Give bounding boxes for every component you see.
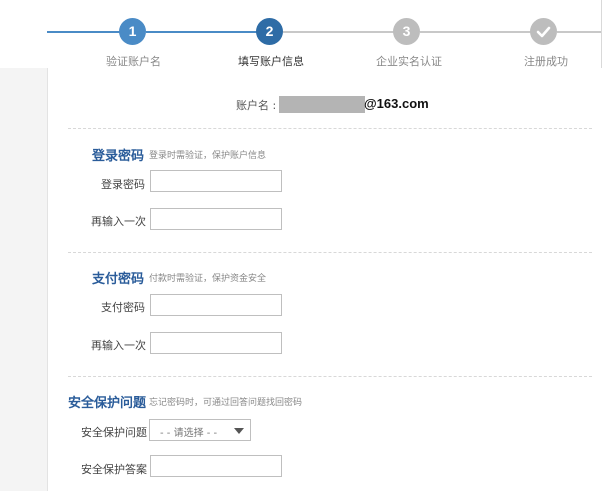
security-question-select[interactable]: - - 请选择 - - (149, 419, 251, 441)
login-confirm-input[interactable] (150, 208, 282, 230)
divider (68, 128, 592, 129)
step-line-1 (47, 31, 120, 33)
chevron-down-icon (234, 428, 244, 434)
account-name-label: 账户名 : (236, 99, 277, 112)
security-answer-label: 安全保护答案 (81, 463, 147, 476)
pay-password-label: 支付密码 (101, 301, 145, 314)
pay-section-desc: 付款时需验证，保护资金安全 (149, 274, 267, 284)
divider (68, 252, 592, 253)
check-icon (536, 26, 551, 38)
security-question-selected: - - 请选择 - - (160, 428, 218, 439)
step-1-circle: 1 (119, 18, 146, 45)
step-2-circle: 2 (256, 18, 283, 45)
step-line-4 (420, 31, 532, 33)
pay-confirm-label: 再输入一次 (91, 339, 146, 352)
step-4-circle (530, 18, 557, 45)
step-3-circle: 3 (393, 18, 420, 45)
login-password-input[interactable] (150, 170, 282, 192)
pay-section-title: 支付密码 (92, 272, 145, 287)
account-domain: @163.com (364, 96, 429, 111)
step-2-label: 填写账户信息 (238, 55, 304, 68)
security-answer-input[interactable] (150, 455, 282, 477)
step-1-label: 验证账户名 (106, 55, 161, 68)
pay-confirm-input[interactable] (150, 332, 282, 354)
security-question-label: 安全保护问题 (81, 426, 147, 439)
security-section-title: 安全保护问题 (68, 396, 147, 411)
step-line-2 (146, 31, 257, 33)
login-section-desc: 登录时需验证，保护账户信息 (149, 151, 267, 161)
pay-password-input[interactable] (150, 294, 282, 316)
divider (68, 376, 592, 377)
login-section-title: 登录密码 (92, 149, 145, 164)
step-line-5 (557, 31, 601, 33)
login-confirm-label: 再输入一次 (91, 215, 146, 228)
step-3-label: 企业实名认证 (376, 55, 442, 68)
account-name-redacted (279, 96, 365, 113)
step-4-label: 注册成功 (524, 55, 568, 68)
step-line-3 (283, 31, 395, 33)
login-password-label: 登录密码 (101, 178, 145, 191)
security-section-desc: 忘记密码时，可通过回答问题找回密码 (149, 398, 303, 408)
